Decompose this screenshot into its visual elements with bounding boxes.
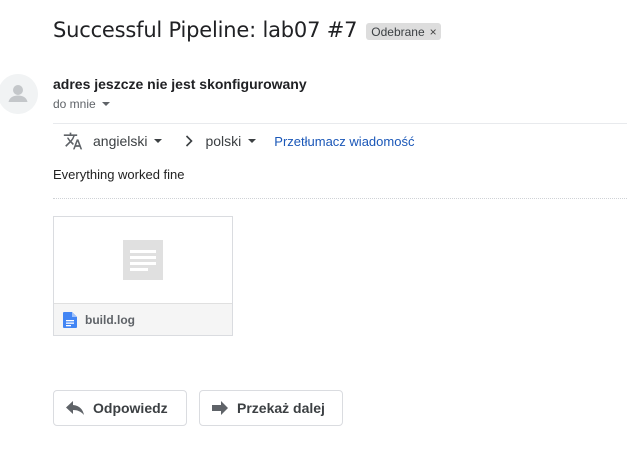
caret-down-icon: [248, 139, 257, 143]
avatar-icon: [0, 74, 38, 114]
chevron-right-icon: [185, 135, 194, 147]
sender-name: adres jeszcze nie jest skonfigurowany: [53, 76, 307, 92]
attachment-filename: build.log: [85, 312, 135, 327]
divider: [53, 123, 627, 124]
translate-message-link[interactable]: Przetłumacz wiadomość: [274, 134, 414, 149]
reply-button[interactable]: Odpowiedz: [53, 390, 187, 426]
target-language-select[interactable]: polski: [205, 133, 257, 149]
attachment-divider: [53, 198, 627, 199]
label-chip-text: Odebrane: [371, 24, 425, 39]
forward-button[interactable]: Przekaż dalej: [199, 390, 343, 426]
doc-file-icon: [63, 311, 77, 328]
remove-label-icon[interactable]: ×: [430, 25, 437, 39]
translate-icon: [63, 132, 83, 150]
forward-button-label: Przekaż dalej: [237, 400, 325, 416]
recipient-label: do mnie: [53, 97, 96, 111]
document-icon: [123, 240, 163, 280]
reply-button-label: Odpowiedz: [93, 400, 168, 416]
caret-down-icon: [101, 102, 110, 106]
attachment-footer: build.log: [54, 303, 232, 335]
email-subject: Successful Pipeline: lab07 #7: [53, 18, 358, 42]
attachment-card[interactable]: build.log: [53, 216, 233, 336]
message-body: Everything worked fine: [53, 167, 185, 182]
source-language-label: angielski: [93, 133, 148, 149]
recipient-details-toggle[interactable]: do mnie: [53, 97, 110, 111]
attachment-preview: [54, 217, 232, 303]
subject-row: Successful Pipeline: lab07 #7 Odebrane ×: [53, 18, 441, 42]
sender-avatar[interactable]: [0, 74, 38, 114]
translate-bar: angielski polski Przetłumacz wiadomość: [63, 128, 414, 154]
label-chip-inbox[interactable]: Odebrane ×: [366, 23, 441, 40]
caret-down-icon: [154, 139, 163, 143]
target-language-label: polski: [205, 133, 242, 149]
source-language-select[interactable]: angielski: [93, 133, 163, 149]
reply-icon: [66, 401, 84, 415]
forward-icon: [212, 401, 228, 415]
